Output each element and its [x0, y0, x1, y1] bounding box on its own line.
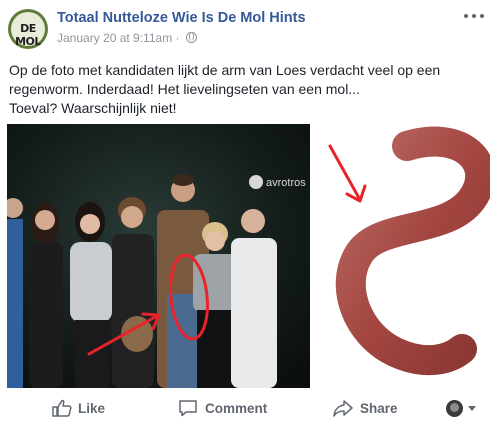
more-dot — [464, 14, 468, 18]
avatar-logo-text: DE MOL — [15, 22, 41, 48]
like-button[interactable]: Like — [52, 393, 112, 423]
comment-label: Comment — [205, 401, 268, 416]
comment-bubble-icon — [179, 400, 197, 417]
post-header: DE MOL Totaal Nutteloze Wie Is De Mol Hi… — [0, 0, 496, 54]
post-text: Op de foto met kandidaten lijkt de arm v… — [9, 61, 489, 118]
post-photo-illustration: avrotros — [7, 124, 490, 388]
chevron-down-icon — [468, 406, 476, 411]
more-dot — [480, 14, 484, 18]
post-actions-bar: Like Comment Share — [0, 393, 496, 423]
share-arrow-icon — [333, 400, 353, 417]
post-meta: January 20 at 9:11am · — [57, 31, 197, 45]
reaction-identity-selector[interactable] — [446, 400, 486, 418]
watermark-text: avrotros — [266, 177, 306, 189]
share-label: Share — [360, 401, 398, 416]
post-timestamp[interactable]: January 20 at 9:11am — [57, 31, 172, 45]
post-text-line: regenworm. Inderdaad! Het lievelingseten… — [9, 81, 360, 97]
page-avatar[interactable]: DE MOL — [8, 9, 48, 49]
thumbs-up-icon — [52, 399, 72, 417]
page-name-link[interactable]: Totaal Nutteloze Wie Is De Mol Hints — [57, 10, 306, 26]
share-button[interactable]: Share — [333, 393, 403, 423]
avrotros-logo-icon — [249, 175, 263, 189]
more-dot — [472, 14, 476, 18]
globe-icon[interactable] — [185, 32, 197, 43]
user-avatar — [446, 400, 463, 417]
comment-button[interactable]: Comment — [178, 393, 270, 423]
post-text-line: Op de foto met kandidaten lijkt de arm v… — [9, 62, 441, 78]
post-text-line: Toeval? Waarschijnlijk niet! — [9, 100, 177, 116]
more-options-button[interactable] — [464, 9, 486, 23]
post-photo[interactable]: avrotros — [7, 124, 490, 388]
meta-separator: · — [172, 31, 183, 45]
like-label: Like — [78, 401, 106, 416]
